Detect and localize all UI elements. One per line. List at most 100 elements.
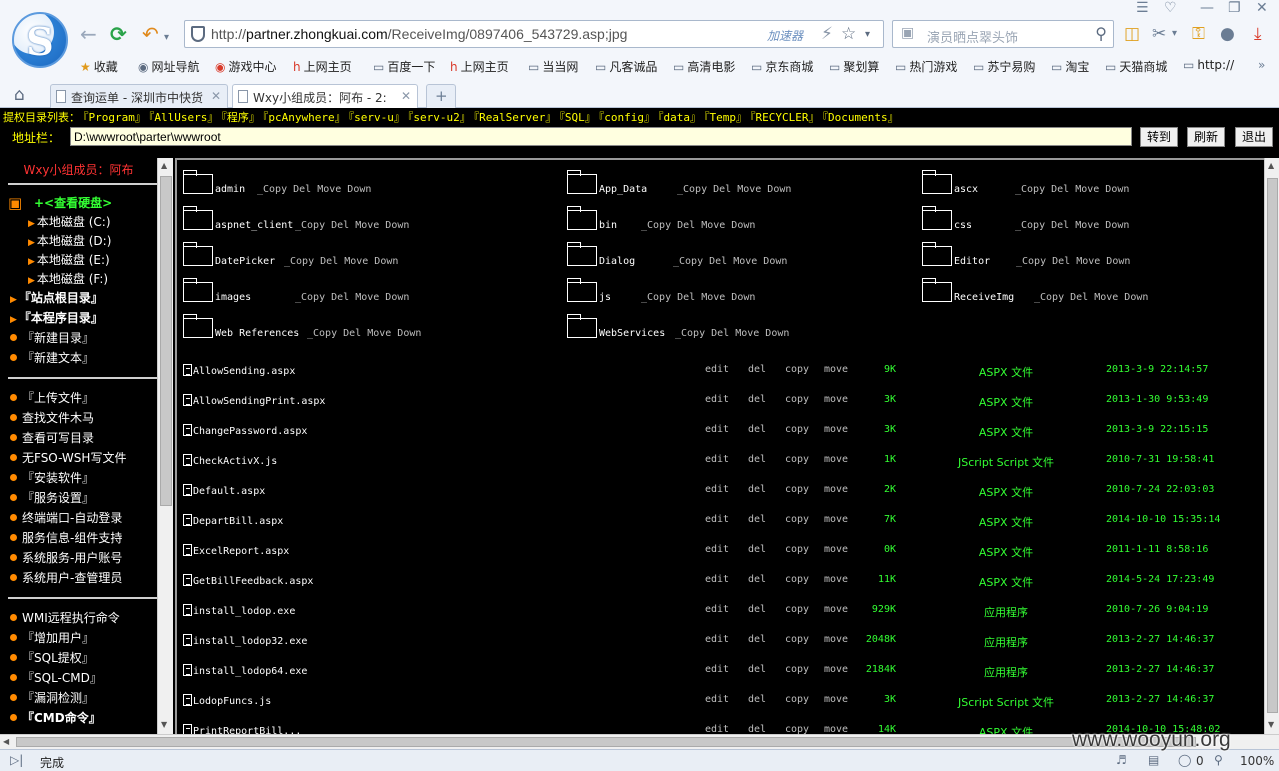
folder-icon[interactable] — [567, 242, 597, 266]
folder-name[interactable]: WebServices — [599, 328, 665, 339]
dir-link[interactable]: 『AllUsers』 — [149, 111, 218, 124]
file-del-link[interactable]: del — [748, 574, 766, 585]
sidebar-scrollbar[interactable]: ▲ ▼ — [157, 158, 173, 734]
file-copy-link[interactable]: copy — [785, 604, 809, 615]
file-edit-link[interactable]: edit — [705, 454, 729, 465]
sidebar-link[interactable]: 『漏洞检测』 — [10, 689, 94, 706]
file-name[interactable]: CheckActivX.js — [193, 456, 277, 467]
favorite-item[interactable]: ▭ 京东商城 — [751, 58, 813, 75]
file-name[interactable]: install_lodop32.exe — [193, 636, 307, 647]
favorite-item[interactable]: ◉ 网址导航 — [138, 58, 200, 75]
file-name[interactable]: ChangePassword.aspx — [193, 426, 307, 437]
sidebar-link[interactable]: 『SQL提权』 — [10, 649, 94, 666]
file-name[interactable]: AllowSendingPrint.aspx — [193, 396, 325, 407]
folder-actions[interactable]: _Copy Del Move Down — [1034, 292, 1148, 303]
folder-name[interactable]: bin — [599, 220, 617, 231]
close-tab-icon[interactable]: ✕ — [211, 89, 221, 103]
favorite-item[interactable]: ▭ 凡客诚品 — [595, 58, 657, 75]
folder-actions[interactable]: _Copy Del Move Down — [673, 256, 787, 267]
file-copy-link[interactable]: copy — [785, 544, 809, 555]
file-name[interactable]: ExcelReport.aspx — [193, 546, 289, 557]
favorites-overflow-icon[interactable]: » — [1258, 58, 1265, 72]
dir-link[interactable]: 『Documents』 — [823, 111, 899, 124]
file-del-link[interactable]: del — [748, 514, 766, 525]
folder-name[interactable]: Web References — [215, 328, 299, 339]
sidebar-link[interactable]: 系统用户-查管理员 — [10, 569, 122, 586]
file-edit-link[interactable]: edit — [705, 484, 729, 495]
key-icon[interactable]: ⚿ — [1192, 24, 1205, 44]
undo-dropdown-icon[interactable]: ▾ — [164, 27, 169, 49]
sidebar-link[interactable]: 『SQL-CMD』 — [10, 669, 102, 686]
search-icon[interactable]: ⚲ — [1095, 24, 1107, 43]
dir-link[interactable]: 『serv-u』 — [349, 111, 405, 124]
sidebar-link[interactable]: 查找文件木马 — [10, 409, 94, 426]
file-edit-link[interactable]: edit — [705, 394, 729, 405]
dir-link[interactable]: 『Temp』 — [704, 111, 747, 124]
folder-name[interactable]: admin — [215, 184, 245, 195]
volume-icon[interactable]: ♬ — [1116, 753, 1127, 767]
favorite-item[interactable]: ▭ 聚划算 — [829, 58, 879, 75]
file-edit-link[interactable]: edit — [705, 544, 729, 555]
undo-icon[interactable]: ↶ — [142, 23, 159, 45]
folder-icon[interactable] — [922, 206, 952, 230]
file-del-link[interactable]: del — [748, 394, 766, 405]
sidebar-link[interactable]: 无FSO-WSH写文件 — [10, 449, 126, 466]
url-text[interactable]: http://partner.zhongkuai.com/ReceiveImg/… — [211, 26, 627, 42]
file-copy-link[interactable]: copy — [785, 424, 809, 435]
folder-icon[interactable] — [183, 314, 213, 338]
favorite-item[interactable]: ◉ 游戏中心 — [215, 58, 277, 75]
sidebar-link[interactable]: 系统服务-用户账号 — [10, 549, 122, 566]
accelerator-label[interactable]: 加速器 — [767, 27, 803, 44]
dir-link[interactable]: 『serv-u2』 — [408, 111, 471, 124]
new-dir-link[interactable]: 『新建目录』 — [10, 329, 94, 346]
folder-icon[interactable] — [567, 206, 597, 230]
favorite-item[interactable]: ▭ 百度一下 — [373, 58, 435, 75]
sidebar-link[interactable]: 服务信息-组件支持 — [10, 529, 122, 546]
goto-button[interactable]: 转到 — [1140, 127, 1178, 147]
url-dropdown-icon[interactable]: ▾ — [865, 29, 870, 40]
folder-icon[interactable] — [567, 278, 597, 302]
skin-icon[interactable]: ♡ — [1164, 0, 1177, 16]
scroll-up-icon[interactable]: ▲ — [1268, 161, 1274, 170]
file-copy-link[interactable]: copy — [785, 664, 809, 675]
file-edit-link[interactable]: edit — [705, 724, 729, 734]
folder-actions[interactable]: _Copy Del Move Down — [307, 328, 421, 339]
folder-actions[interactable]: _Copy Del Move Down — [1015, 220, 1129, 231]
file-copy-link[interactable]: copy — [785, 724, 809, 734]
favorite-item[interactable]: ▭ 高清电影 — [673, 58, 735, 75]
new-text-link[interactable]: 『新建文本』 — [10, 349, 94, 366]
folder-name[interactable]: ascx — [954, 184, 978, 195]
star-icon[interactable]: ☆ — [841, 24, 856, 44]
sidebar-link[interactable]: WMI远程执行命令 — [10, 609, 120, 626]
file-edit-link[interactable]: edit — [705, 604, 729, 615]
file-del-link[interactable]: del — [748, 664, 766, 675]
sidebar-link[interactable]: 『安装软件』 — [10, 469, 94, 486]
dir-link[interactable]: 『RealServer』 — [474, 111, 557, 124]
image-search-icon[interactable]: ▣ — [901, 25, 914, 41]
close-window-icon[interactable]: ✕ — [1256, 0, 1268, 16]
scroll-up-icon[interactable]: ▲ — [161, 161, 167, 170]
folder-actions[interactable]: _Copy Del Move Down — [295, 220, 409, 231]
scroll-down-icon[interactable]: ▼ — [161, 720, 167, 729]
file-del-link[interactable]: del — [748, 364, 766, 375]
sidebar-link[interactable]: 查看可写目录 — [10, 429, 94, 446]
menu-icon[interactable]: ☰ — [1136, 0, 1149, 16]
folder-name[interactable]: Dialog — [599, 256, 635, 267]
sidebar-link[interactable]: 终端端口-自动登录 — [10, 509, 122, 526]
monitor-icon[interactable]: ▤ — [1148, 753, 1159, 767]
file-copy-link[interactable]: copy — [785, 484, 809, 495]
folder-name[interactable]: DatePicker — [215, 256, 275, 267]
file-name[interactable]: LodopFuncs.js — [193, 696, 271, 707]
file-edit-link[interactable]: edit — [705, 574, 729, 585]
scroll-left-icon[interactable]: ◀ — [3, 737, 9, 746]
folder-actions[interactable]: _Copy Del Move Down — [641, 220, 755, 231]
dir-link[interactable]: 『SQL』 — [559, 111, 595, 124]
favorite-item[interactable]: ▭ http:// — [1183, 58, 1234, 72]
file-edit-link[interactable]: edit — [705, 364, 729, 375]
disk-link[interactable]: ▶ 本地磁盘 (E:) — [28, 251, 110, 268]
folder-icon[interactable] — [183, 278, 213, 302]
scissors-dropdown-icon[interactable]: ▾ — [1172, 28, 1177, 39]
file-name[interactable]: GetBillFeedback.aspx — [193, 576, 313, 587]
folder-actions[interactable]: _Copy Del Move Down — [1016, 256, 1130, 267]
file-del-link[interactable]: del — [748, 484, 766, 495]
